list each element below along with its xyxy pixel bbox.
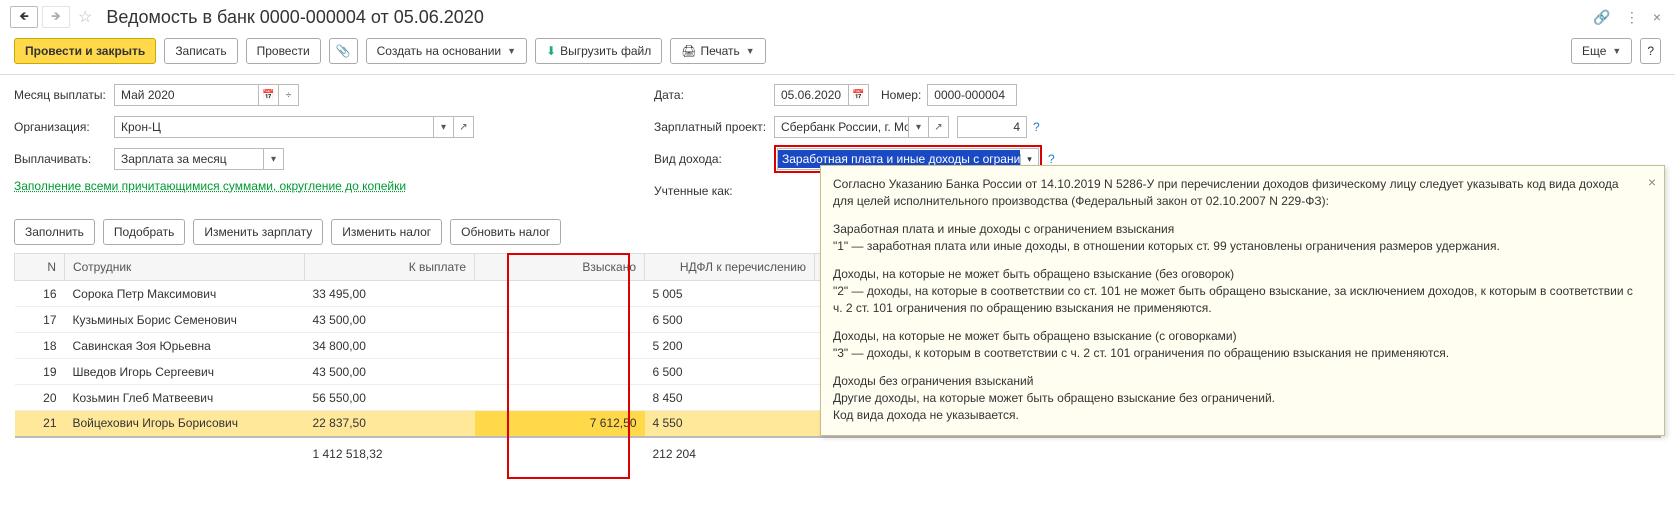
post-and-close-button[interactable]: Провести и закрыть (14, 38, 156, 64)
nav-forward-button[interactable]: 🡺 (42, 6, 70, 28)
cell-ndfl: 4 550 (645, 411, 815, 437)
menu-icon[interactable]: ⋮ (1621, 7, 1643, 28)
cell-ndfl: 5 005 (645, 281, 815, 307)
cell-ndfl: 6 500 (645, 359, 815, 385)
fill-settings-link[interactable]: Заполнение всеми причитающимися суммами,… (14, 179, 406, 193)
create-based-button[interactable]: Создать на основании▼ (366, 38, 527, 64)
col-ndfl[interactable]: НДФЛ к перечислению (645, 254, 815, 281)
date-label: Дата: (654, 88, 774, 102)
col-to-pay[interactable]: К выплате (305, 254, 475, 281)
cell-ndfl: 8 450 (645, 385, 815, 411)
more-button[interactable]: Еще▼ (1571, 38, 1632, 64)
pay-label: Выплачивать: (14, 152, 114, 166)
org-label: Организация: (14, 120, 114, 134)
edit-tax-button[interactable]: Изменить налог (331, 219, 442, 245)
date-input[interactable]: 05.06.2020 (774, 84, 849, 106)
cell-ndfl: 5 200 (645, 333, 815, 359)
cell-collected (475, 359, 645, 385)
month-stepper[interactable]: ÷ (279, 84, 299, 106)
tooltip-close-icon[interactable]: × (1648, 172, 1656, 192)
help-button[interactable]: ? (1640, 38, 1661, 64)
month-input[interactable]: Май 2020 (114, 84, 259, 106)
cell-ndfl: 6 500 (645, 307, 815, 333)
pay-input[interactable]: Зарплата за месяц (114, 148, 264, 170)
cell-employee: Войцехович Игорь Борисович (65, 411, 305, 437)
org-open-icon[interactable]: ↗ (454, 116, 474, 138)
fill-button[interactable]: Заполнить (14, 219, 95, 245)
cell-to-pay: 56 550,00 (305, 385, 475, 411)
refresh-tax-button[interactable]: Обновить налог (450, 219, 561, 245)
star-icon[interactable]: ☆ (78, 7, 92, 27)
cell-to-pay: 33 495,00 (305, 281, 475, 307)
accounted-label: Учтенные как: (654, 184, 774, 198)
cell-collected (475, 307, 645, 333)
cell-n: 20 (15, 385, 65, 411)
print-icon: 🖨 (681, 44, 696, 58)
cell-employee: Козьмин Глеб Матвеевич (65, 385, 305, 411)
edit-salary-button[interactable]: Изменить зарплату (193, 219, 323, 245)
project-dropdown[interactable]: ▾ (909, 116, 929, 138)
income-help-icon[interactable]: ? (1048, 152, 1055, 166)
save-button[interactable]: Записать (164, 38, 237, 64)
cell-to-pay: 34 800,00 (305, 333, 475, 359)
number-input[interactable]: 0000-000004 (927, 84, 1017, 106)
cell-collected (475, 333, 645, 359)
cell-n: 19 (15, 359, 65, 385)
calendar-icon[interactable]: 📅 (259, 84, 279, 106)
cell-employee: Сорока Петр Максимович (65, 281, 305, 307)
link-icon[interactable]: 🔗 (1589, 7, 1614, 28)
org-input[interactable]: Крон-Ц (114, 116, 434, 138)
date-calendar-icon[interactable]: 📅 (849, 84, 869, 106)
totals-row: 1 412 518,32 212 204 (15, 437, 1661, 471)
post-button[interactable]: Провести (246, 38, 321, 64)
org-dropdown[interactable]: ▾ (434, 116, 454, 138)
income-tooltip: × Согласно Указанию Банка России от 14.1… (820, 165, 1665, 436)
cell-employee: Кузьминых Борис Семенович (65, 307, 305, 333)
cell-n: 18 (15, 333, 65, 359)
cell-n: 16 (15, 281, 65, 307)
print-button[interactable]: 🖨Печать▼ (670, 38, 765, 64)
income-label: Вид дохода: (654, 152, 774, 166)
pick-button[interactable]: Подобрать (103, 219, 185, 245)
export-file-button[interactable]: ⬇Выгрузить файл (535, 38, 662, 64)
attach-button[interactable]: 📎 (329, 38, 358, 64)
cell-to-pay: 43 500,00 (305, 359, 475, 385)
cell-n: 17 (15, 307, 65, 333)
page-title: Ведомость в банк 0000-000004 от 05.06.20… (106, 7, 1585, 28)
cell-to-pay: 22 837,50 (305, 411, 475, 437)
project-open-icon[interactable]: ↗ (929, 116, 949, 138)
col-n[interactable]: N (15, 254, 65, 281)
cell-n: 21 (15, 411, 65, 437)
col-collected[interactable]: Взыскано (475, 254, 645, 281)
paperclip-icon: 📎 (336, 44, 351, 58)
project-label: Зарплатный проект: (654, 120, 774, 134)
export-icon: ⬇ (546, 44, 556, 58)
cell-collected (475, 281, 645, 307)
project-number-input[interactable]: 4 (957, 116, 1027, 138)
income-dropdown-icon[interactable]: ▾ (1020, 154, 1038, 165)
total-ndfl: 212 204 (645, 437, 815, 471)
project-input[interactable]: Сбербанк России, г. Моск (774, 116, 909, 138)
cell-employee: Савинская Зоя Юрьевна (65, 333, 305, 359)
pay-dropdown[interactable]: ▾ (264, 148, 284, 170)
project-help-icon[interactable]: ? (1033, 120, 1040, 134)
cell-collected (475, 385, 645, 411)
cell-employee: Шведов Игорь Сергеевич (65, 359, 305, 385)
cell-collected: 7 612,50 (475, 411, 645, 437)
cell-to-pay: 43 500,00 (305, 307, 475, 333)
close-icon[interactable]: × (1649, 7, 1665, 27)
total-to-pay: 1 412 518,32 (305, 437, 475, 471)
number-label: Номер: (881, 88, 921, 102)
month-label: Месяц выплаты: (14, 88, 114, 102)
col-employee[interactable]: Сотрудник (65, 254, 305, 281)
nav-back-button[interactable]: 🡸 (10, 6, 38, 28)
